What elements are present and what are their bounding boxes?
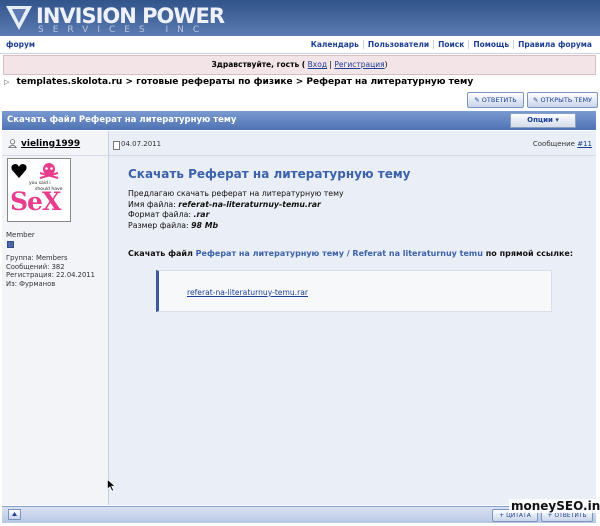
options-dropdown[interactable]: Опции ▾	[510, 113, 576, 128]
file-name-label: Имя файла:	[128, 199, 176, 209]
reply-button[interactable]: ✎ ОТВЕТИТЬ	[467, 92, 524, 108]
watermark-text: moneySEO.info	[509, 499, 600, 513]
breadcrumb-item-category[interactable]: готовые рефераты по физике	[136, 77, 292, 87]
post-author[interactable]: vieling1999	[21, 139, 80, 149]
nav-forum-link[interactable]: форум	[6, 40, 35, 49]
skull-icon	[39, 163, 59, 179]
post-date: 04.07.2011	[121, 140, 162, 148]
format-row: Формат файла: .rar	[128, 210, 344, 221]
mouse-cursor-icon	[107, 479, 116, 492]
user-stat-location: Из: Фурманов	[6, 279, 56, 288]
breadcrumb-separator: >	[125, 77, 133, 87]
user-stats: Группа: Members Сообщений: 382 Регистрац…	[6, 254, 95, 288]
post-content-column	[109, 131, 596, 505]
reply-button-label: ОТВЕТИТЬ	[481, 96, 517, 104]
download-title-link[interactable]: Реферат на литературную тему / Referat n…	[196, 249, 483, 258]
message-number-link[interactable]: #11	[577, 140, 592, 148]
topic-titlebar: Скачать файл Реферат на литературную тем…	[2, 111, 596, 130]
guest-greeting: Здравствуйте, гость ( Вход | Регистрация…	[3, 55, 596, 75]
user-stat-group: Группа: Members	[6, 254, 68, 262]
message-number: Сообщение #11	[533, 140, 592, 148]
format-value: .rar	[193, 210, 210, 219]
size-row: Размер файла: 98 Mb	[128, 221, 344, 232]
file-name-row: Имя файла: referat-na-literaturnuy-temu.…	[128, 200, 344, 211]
breadcrumb-item-site[interactable]: templates.skolota.ru	[17, 77, 123, 87]
post-header-strip	[2, 131, 596, 156]
nav-link-help[interactable]: Помощь	[468, 40, 513, 49]
greeting-text: Здравствуйте, гость (	[211, 60, 306, 69]
breadcrumb: ▷ templates.skolota.ru > готовые реферат…	[4, 77, 473, 87]
breadcrumb-item-topic: Реферат на литературную тему	[306, 77, 474, 87]
download-line: Скачать файл Реферат на литературную тем…	[128, 249, 573, 258]
post-heading: Скачать Реферат на литературную тему	[128, 167, 411, 181]
direct-link-box: referat-na-literaturnuy-temu.rar	[156, 270, 552, 312]
file-name-value: referat-na-literaturnuy-temu.rar	[178, 199, 321, 209]
size-value: 98 Mb	[191, 220, 219, 230]
reply-icon: ✎	[474, 96, 480, 104]
direct-download-link[interactable]: referat-na-literaturnuy-temu.rar	[187, 288, 308, 297]
footer-reply-icon: +	[547, 512, 553, 519]
heart-icon	[11, 164, 27, 178]
nav-links: Календарь Пользователи Поиск Помощь Прав…	[307, 40, 596, 49]
login-link[interactable]: Вход	[308, 60, 327, 69]
new-topic-icon: ✎	[532, 96, 539, 104]
rank-pip-icon	[7, 241, 14, 248]
breadcrumb-arrow-icon: ▷	[4, 78, 10, 86]
nav-link-calendar[interactable]: Календарь	[307, 40, 363, 49]
greeting-close: )	[384, 60, 388, 69]
logo-sub-text: SERVICES INC	[38, 25, 209, 35]
size-label: Размер файла:	[128, 220, 189, 230]
user-stat-registered: Регистрация: 22.04.2011	[6, 271, 95, 279]
quote-icon: +	[499, 512, 505, 519]
nav-link-search[interactable]: Поиск	[433, 40, 468, 49]
nav-link-rules[interactable]: Правила форума	[513, 40, 596, 49]
quote-button-label: ЦИТАТА	[506, 512, 531, 519]
avatar-text: SeX	[10, 187, 61, 216]
nav-link-users[interactable]: Пользователи	[362, 40, 433, 49]
post-body: Предлагаю скачать реферат на литературну…	[128, 189, 344, 231]
new-topic-button-label: ОТКРЫТЬ ТЕМУ	[540, 96, 593, 104]
download-prefix: Скачать файл	[128, 249, 193, 258]
post-intro: Предлагаю скачать реферат на литературну…	[128, 189, 344, 198]
arrow-up-icon	[12, 512, 17, 516]
member-group-label: Member	[6, 231, 35, 239]
avatar-caption-1: you said i	[29, 181, 51, 186]
user-stat-posts: Сообщений: 382	[6, 262, 65, 271]
breadcrumb-separator: >	[295, 77, 304, 87]
new-topic-button[interactable]: ✎ ОТКРЫТЬ ТЕМУ	[527, 92, 598, 108]
message-label: Сообщение	[532, 140, 575, 148]
greeting-separator: |	[329, 60, 332, 69]
register-link[interactable]: Регистрация	[334, 60, 384, 69]
top-navbar: форум Календарь Пользователи Поиск Помощ…	[0, 36, 600, 54]
download-suffix: по прямой ссылке:	[485, 249, 574, 258]
format-label: Формат файла:	[128, 210, 192, 219]
logo-mark-icon	[6, 6, 32, 30]
forum-header: INVISION POWER SERVICES INC	[0, 0, 600, 36]
topic-title: Скачать файл Реферат на литературную тем…	[7, 115, 237, 125]
footer-reply-label: ОТВЕТИТЬ	[554, 512, 587, 519]
user-icon	[8, 139, 17, 148]
scroll-top-button[interactable]	[8, 509, 21, 520]
post-document-icon	[113, 141, 120, 150]
avatar: you said i should have SeX	[7, 158, 71, 222]
